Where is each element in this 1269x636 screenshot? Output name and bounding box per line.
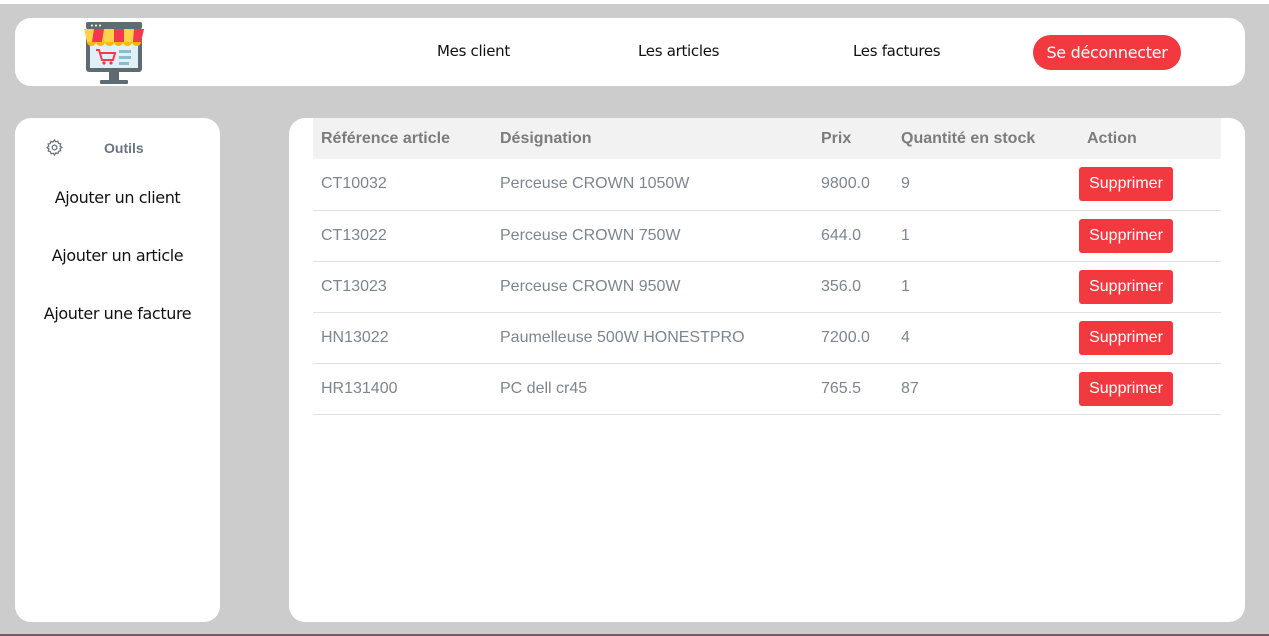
- cell-prix: 9800.0: [821, 175, 870, 193]
- delete-button[interactable]: Supprimer: [1079, 269, 1173, 304]
- nav-les-factures[interactable]: Les factures: [853, 42, 941, 60]
- cell-quantite: 4: [901, 328, 910, 346]
- cell-action: Supprimer: [1079, 261, 1221, 312]
- delete-button[interactable]: Supprimer: [1079, 167, 1173, 202]
- top-navbar: Mes client Les articles Les factures Se …: [15, 18, 1245, 86]
- column-header-quantite: Quantité en stock: [901, 129, 1036, 147]
- cell-reference: HN13022: [321, 328, 389, 346]
- tools-header: Outils: [45, 138, 205, 158]
- cell-prix: 765.5: [821, 379, 862, 397]
- cell-designation: PC dell cr45: [500, 379, 588, 397]
- table-row: CT13023 Perceuse CROWN 950W 356.0 1 Supp…: [313, 261, 1221, 312]
- cell-quantite: 1: [901, 277, 910, 295]
- cell-action: Supprimer: [1079, 312, 1221, 363]
- cell-designation: Paumelleuse 500W HONESTPRO: [500, 328, 745, 346]
- cell-reference: CT13023: [321, 277, 387, 295]
- table-row: HN13022 Paumelleuse 500W HONESTPRO 7200.…: [313, 312, 1221, 363]
- delete-button[interactable]: Supprimer: [1079, 371, 1173, 406]
- cell-reference: CT13022: [321, 226, 387, 244]
- nav-les-articles[interactable]: Les articles: [638, 42, 719, 60]
- gear-icon: [45, 138, 64, 157]
- table-row: CT10032 Perceuse CROWN 1050W 9800.0 9 Su…: [313, 159, 1221, 210]
- cell-reference: HR131400: [321, 379, 398, 397]
- shop-computer-icon[interactable]: [81, 20, 147, 86]
- cell-action: Supprimer: [1079, 159, 1221, 210]
- cell-prix: 644.0: [821, 226, 862, 244]
- sidebar-item-add-invoice[interactable]: Ajouter une facture: [15, 304, 220, 323]
- window-top-strip: [0, 0, 1269, 4]
- delete-button[interactable]: Supprimer: [1079, 218, 1173, 253]
- sidebar-item-add-client[interactable]: Ajouter un client: [15, 188, 220, 207]
- logout-button[interactable]: Se déconnecter: [1033, 35, 1181, 70]
- cell-action: Supprimer: [1079, 363, 1221, 414]
- cell-quantite: 1: [901, 226, 910, 244]
- articles-table: Référence article Désignation Prix Quant…: [313, 118, 1221, 415]
- column-header-prix: Prix: [821, 129, 852, 147]
- cell-designation: Perceuse CROWN 950W: [500, 277, 681, 295]
- nav-mes-client[interactable]: Mes client: [437, 42, 510, 60]
- cell-quantite: 87: [901, 379, 919, 397]
- table-header-row: Référence article Désignation Prix Quant…: [313, 118, 1221, 159]
- cell-reference: CT10032: [321, 175, 387, 193]
- cell-designation: Perceuse CROWN 750W: [500, 226, 681, 244]
- column-header-reference: Référence article: [321, 129, 450, 147]
- delete-button[interactable]: Supprimer: [1079, 320, 1173, 355]
- cell-quantite: 9: [901, 175, 910, 193]
- cell-prix: 7200.0: [821, 328, 870, 346]
- table-row: HR131400 PC dell cr45 765.5 87 Supprimer: [313, 363, 1221, 414]
- column-header-designation: Désignation: [500, 129, 592, 147]
- cell-prix: 356.0: [821, 277, 862, 295]
- cell-action: Supprimer: [1079, 210, 1221, 261]
- sidebar: Outils Ajouter un client Ajouter un arti…: [15, 118, 220, 622]
- cell-designation: Perceuse CROWN 1050W: [500, 175, 690, 193]
- tools-label: Outils: [104, 140, 144, 156]
- articles-panel: Référence article Désignation Prix Quant…: [289, 118, 1245, 622]
- sidebar-item-add-article[interactable]: Ajouter un article: [15, 246, 220, 265]
- table-row: CT13022 Perceuse CROWN 750W 644.0 1 Supp…: [313, 210, 1221, 261]
- column-header-action: Action: [1087, 129, 1137, 147]
